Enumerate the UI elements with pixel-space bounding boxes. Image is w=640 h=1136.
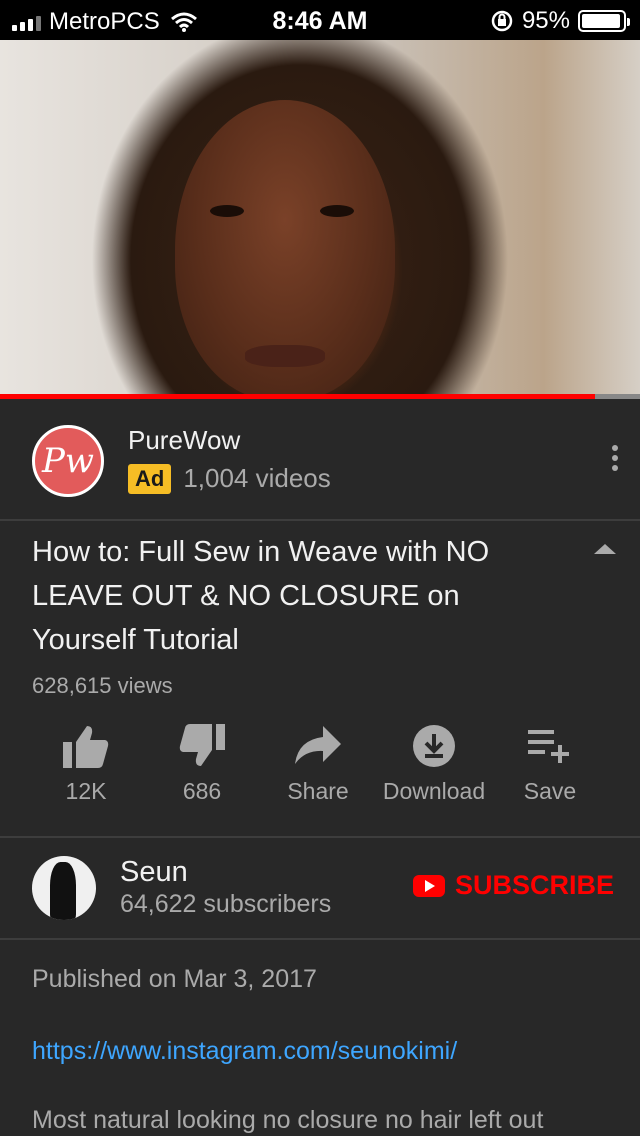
share-icon bbox=[295, 726, 341, 764]
ad-badge: Ad bbox=[128, 463, 172, 494]
subscriber-count: 64,622 subscribers bbox=[120, 890, 332, 918]
video-title: How to: Full Sew in Weave with NO LEAVE … bbox=[32, 536, 490, 656]
download-label: Download bbox=[382, 778, 486, 804]
subscribe-label: SUBSCRIBE bbox=[454, 870, 614, 900]
download-icon bbox=[413, 725, 455, 767]
video-frame-eye bbox=[320, 205, 354, 217]
download-button[interactable]: Download bbox=[376, 722, 492, 822]
published-date: Published on Mar 3, 2017 bbox=[32, 965, 317, 993]
dislike-count: 686 bbox=[182, 778, 222, 804]
more-options-icon[interactable] bbox=[612, 445, 618, 471]
description-text: Most natural looking no closure no hair … bbox=[32, 1106, 544, 1134]
channel-avatar[interactable] bbox=[32, 856, 96, 920]
action-bar: 12K 686 Share Download Save bbox=[28, 722, 608, 822]
ad-row[interactable]: Pw PureWow Ad 1,004 videos bbox=[0, 399, 640, 521]
divider bbox=[0, 938, 640, 940]
subscribe-button[interactable]: SUBSCRIBE bbox=[412, 870, 614, 901]
like-button[interactable]: 12K bbox=[28, 722, 144, 822]
save-button[interactable]: Save bbox=[492, 722, 608, 822]
rotation-lock-icon bbox=[491, 10, 513, 32]
like-count: 12K bbox=[65, 778, 107, 804]
description-link[interactable]: https://www.instagram.com/seunokimi/ bbox=[32, 1037, 457, 1066]
status-right: 95% bbox=[490, 7, 630, 35]
playlist-add-icon bbox=[528, 730, 569, 763]
share-label: Share bbox=[287, 778, 349, 804]
channel-row[interactable]: Seun 64,622 subscribers SUBSCRIBE bbox=[0, 838, 640, 938]
share-button[interactable]: Share bbox=[260, 722, 376, 822]
ad-logo[interactable]: Pw bbox=[32, 425, 104, 497]
dislike-button[interactable]: 686 bbox=[144, 722, 260, 822]
ad-meta: Ad 1,004 videos bbox=[128, 463, 331, 494]
ad-video-count: 1,004 videos bbox=[183, 463, 331, 493]
youtube-icon bbox=[412, 874, 445, 897]
video-frame-lips bbox=[245, 345, 325, 367]
collapse-description-icon[interactable] bbox=[594, 544, 616, 554]
video-frame-eye bbox=[210, 205, 244, 217]
view-count: 628,615 views bbox=[32, 673, 173, 698]
ad-name[interactable]: PureWow bbox=[128, 425, 240, 456]
channel-name[interactable]: Seun bbox=[120, 856, 188, 889]
save-label: Save bbox=[523, 778, 577, 804]
thumbs-down-icon bbox=[179, 724, 225, 766]
thumbs-up-icon bbox=[63, 726, 109, 768]
battery-icon bbox=[578, 10, 630, 32]
status-bar: MetroPCS 8:46 AM 95% bbox=[0, 0, 640, 40]
battery-percent: 95% bbox=[521, 7, 570, 34]
video-player[interactable] bbox=[0, 40, 640, 398]
